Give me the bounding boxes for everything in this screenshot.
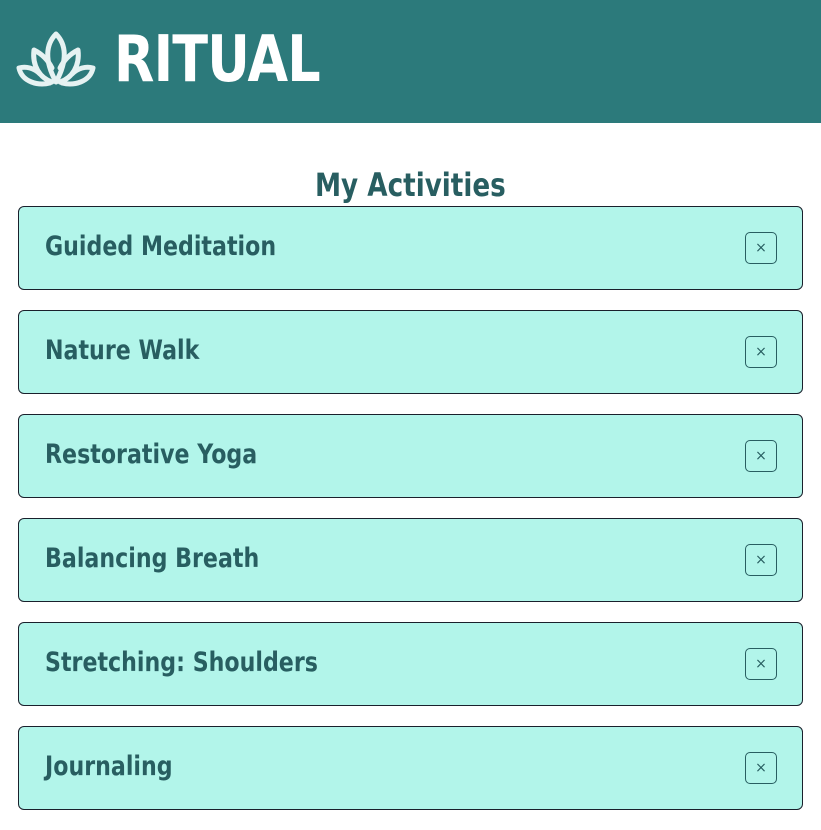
activity-label: Journaling xyxy=(45,751,173,782)
activity-item[interactable]: Journaling × xyxy=(18,726,803,810)
app-header: RITUAL xyxy=(0,0,821,123)
activity-label: Stretching: Shoulders xyxy=(45,647,318,678)
lotus-icon xyxy=(16,31,96,87)
remove-activity-button[interactable]: × xyxy=(745,752,777,784)
activity-item[interactable]: Guided Meditation × xyxy=(18,206,803,290)
activity-list: Guided Meditation × Nature Walk × Restor… xyxy=(18,206,803,830)
activity-item[interactable]: Balancing Breath × xyxy=(18,518,803,602)
remove-activity-button[interactable]: × xyxy=(745,336,777,368)
activity-label: Balancing Breath xyxy=(45,543,260,574)
page-title: My Activities xyxy=(0,163,821,207)
activity-label: Guided Meditation xyxy=(45,231,277,262)
remove-activity-button[interactable]: × xyxy=(745,232,777,264)
remove-activity-button[interactable]: × xyxy=(745,440,777,472)
remove-activity-button[interactable]: × xyxy=(745,648,777,680)
page-title-text: My Activities xyxy=(315,166,506,205)
activity-item[interactable]: Stretching: Shoulders × xyxy=(18,622,803,706)
activity-item[interactable]: Nature Walk × xyxy=(18,310,803,394)
activity-label: Restorative Yoga xyxy=(45,439,258,470)
remove-activity-button[interactable]: × xyxy=(745,544,777,576)
activity-label: Nature Walk xyxy=(45,335,200,366)
brand-logo-text: RITUAL xyxy=(114,23,321,97)
activity-item[interactable]: Restorative Yoga × xyxy=(18,414,803,498)
